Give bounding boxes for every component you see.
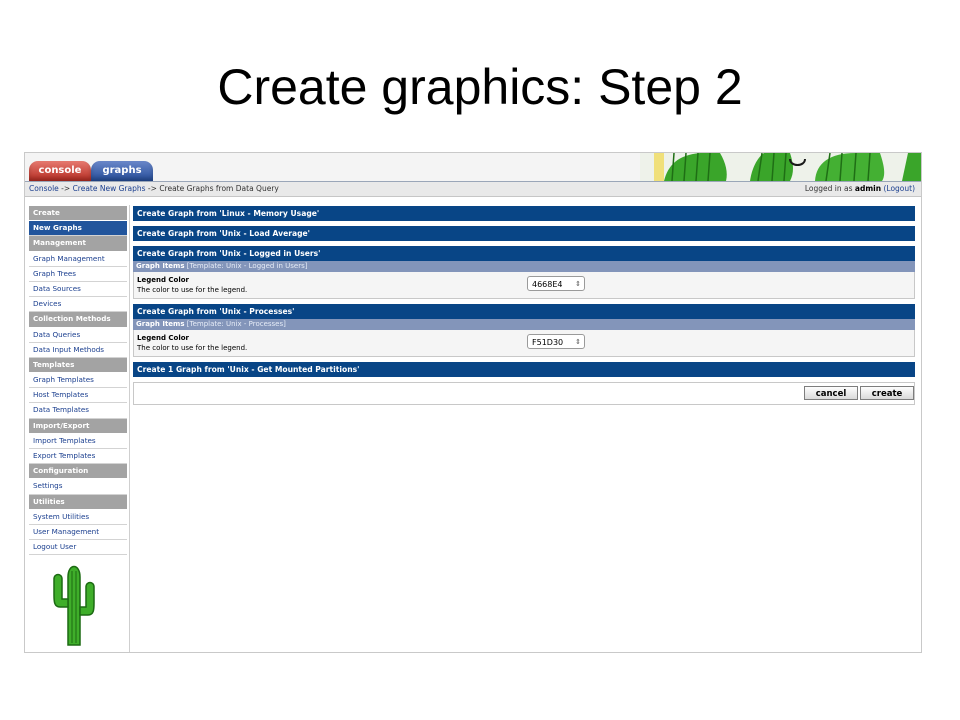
section-title-linux-memory-usage: Create Graph from 'Linux - Memory Usage' [133, 206, 915, 221]
legend-color-value: 4668E4 [532, 280, 563, 289]
section-title-unix-processes: Create Graph from 'Unix - Processes' [133, 304, 915, 319]
legend-color-description: The color to use for the legend. [137, 286, 248, 294]
legend-color-description: The color to use for the legend. [137, 344, 248, 352]
cactus-logo [53, 565, 95, 646]
breadcrumb-bar: Console -> Create New Graphs -> Create G… [25, 182, 921, 197]
section-title-unix-logged-in-users: Create Graph from 'Unix - Logged in User… [133, 246, 915, 261]
sidebar-header-create: Create [29, 206, 127, 222]
button-row: cancel create [133, 382, 915, 405]
sidebar-item-graph-trees[interactable]: Graph Trees [29, 267, 127, 282]
sidebar-item-devices[interactable]: Devices [29, 297, 127, 313]
sidebar-header-configuration: Configuration [29, 464, 127, 480]
sidebar: Create New Graphs Management Graph Manag… [29, 206, 127, 556]
select-arrows-icon: ⇕ [575, 338, 581, 346]
sidebar-header-management: Management [29, 236, 127, 252]
sidebar-divider [129, 205, 130, 652]
graph-items-header: Graph Items [Template: Unix - Processes] [133, 319, 915, 330]
login-prefix: Logged in as [804, 184, 853, 193]
main-content: Create Graph from 'Linux - Memory Usage'… [133, 206, 915, 405]
sidebar-item-data-input-methods[interactable]: Data Input Methods [29, 343, 127, 358]
graph-items-header: Graph Items [Template: Unix - Logged in … [133, 261, 915, 272]
legend-color-select[interactable]: F51D30 ⇕ [527, 334, 585, 349]
legend-color-label: Legend Color [137, 334, 190, 342]
sidebar-item-system-utilities[interactable]: System Utilities [29, 510, 127, 525]
legend-color-row: Legend Color The color to use for the le… [133, 272, 915, 299]
graph-items-label: Graph Items [136, 320, 185, 328]
sidebar-item-host-templates[interactable]: Host Templates [29, 388, 127, 404]
graph-items-label: Graph Items [136, 262, 185, 270]
breadcrumb-console[interactable]: Console [29, 184, 59, 193]
sidebar-header-collection-methods: Collection Methods [29, 312, 127, 328]
cactus-banner-image [640, 153, 921, 181]
sidebar-item-graph-templates[interactable]: Graph Templates [29, 373, 127, 389]
sidebar-header-import-export: Import/Export [29, 418, 127, 434]
breadcrumb-create-new-graphs[interactable]: Create New Graphs [73, 184, 146, 193]
breadcrumb-separator: -> [147, 184, 157, 193]
slide-title: Create graphics: Step 2 [217, 59, 743, 115]
graph-items-template: [Template: Unix - Logged in Users] [186, 262, 308, 270]
sidebar-item-logout-user[interactable]: Logout User [29, 540, 127, 556]
tab-graphs[interactable]: graphs [91, 161, 153, 181]
sidebar-item-import-templates[interactable]: Import Templates [29, 434, 127, 449]
section-title-unix-mounted-partitions: Create 1 Graph from 'Unix - Get Mounted … [133, 362, 915, 377]
legend-color-row: Legend Color The color to use for the le… [133, 330, 915, 357]
legend-color-label: Legend Color [137, 276, 190, 284]
sidebar-item-export-templates[interactable]: Export Templates [29, 449, 127, 465]
logout-link[interactable]: (Logout) [883, 184, 915, 193]
breadcrumb: Console -> Create New Graphs -> Create G… [29, 182, 279, 196]
select-arrows-icon: ⇕ [575, 280, 581, 288]
top-bar: console graphs [25, 153, 921, 182]
sidebar-header-utilities: Utilities [29, 494, 127, 510]
create-button[interactable]: create [860, 386, 914, 400]
login-status: Logged in as admin (Logout) [805, 182, 915, 196]
sidebar-item-data-templates[interactable]: Data Templates [29, 403, 127, 419]
sidebar-item-data-queries[interactable]: Data Queries [29, 328, 127, 343]
tab-console[interactable]: console [29, 161, 91, 181]
graph-items-template: [Template: Unix - Processes] [186, 320, 286, 328]
sidebar-item-settings[interactable]: Settings [29, 479, 127, 495]
sidebar-item-user-management[interactable]: User Management [29, 525, 127, 541]
sidebar-item-new-graphs[interactable]: New Graphs [29, 221, 127, 237]
login-user: admin [854, 184, 882, 193]
sidebar-item-graph-management[interactable]: Graph Management [29, 252, 127, 267]
cacti-window: console graphs Console -> Create New Gra… [24, 152, 922, 653]
section-title-unix-load-average: Create Graph from 'Unix - Load Average' [133, 226, 915, 241]
sidebar-header-templates: Templates [29, 357, 127, 374]
legend-color-value: F51D30 [532, 338, 564, 347]
breadcrumb-separator: -> [61, 184, 71, 193]
cancel-button[interactable]: cancel [804, 386, 858, 400]
breadcrumb-current: Create Graphs from Data Query [159, 184, 279, 193]
legend-color-select[interactable]: 4668E4 ⇕ [527, 276, 585, 291]
sidebar-item-data-sources[interactable]: Data Sources [29, 282, 127, 298]
